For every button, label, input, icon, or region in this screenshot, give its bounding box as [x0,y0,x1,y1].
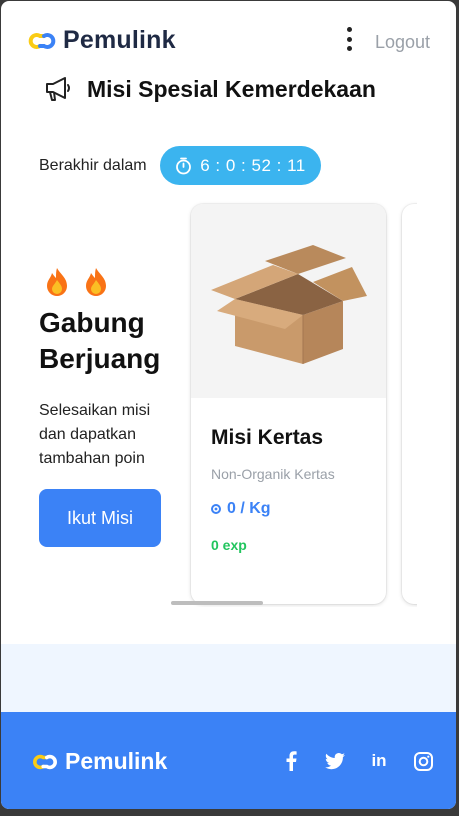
logout-button[interactable]: Logout [375,32,430,53]
stopwatch-icon [176,157,192,174]
card-points: 0 / Kg [211,500,271,518]
join-mission-button[interactable]: Ikut Misi [39,489,161,547]
flame-row [45,267,108,297]
carousel-scrollbar[interactable] [171,601,263,605]
linkedin-icon[interactable]: in [369,750,389,772]
chain-link-icon [33,754,57,769]
card-image [191,204,386,398]
footer-brand-name: Pemulink [65,748,168,774]
countdown-value: 6 : 0 : 52 : 11 [200,155,306,175]
coin-icon [211,504,221,514]
brand-name: Pemulink [63,26,176,54]
flame-icon [47,268,67,296]
content-band [1,644,456,712]
mission-card-carousel[interactable]: Misi Kertas Non-Organik Kertas 0 / Kg 0 … [171,197,417,607]
megaphone-icon [46,77,70,101]
flame-icon [86,268,106,296]
mission-card-next[interactable] [402,204,417,604]
twitter-icon[interactable] [325,750,345,772]
chain-link-icon [28,32,56,49]
ends-label: Berakhir dalam [39,157,147,174]
kebab-menu-icon[interactable] [344,27,354,55]
promo-title: Gabung Berjuang [39,307,161,374]
app-window: Pemulink Logout Misi Spesial Kemerdekaan… [1,1,456,809]
linkedin-label: in [371,751,387,770]
card-points-value: 0 / Kg [227,500,271,517]
card-exp: 0 exp [211,537,247,553]
mission-header: Misi Spesial Kemerdekaan [43,75,376,103]
facebook-icon[interactable] [281,750,301,772]
promo-description: Selesaikan misi dan dapatkan tambahan po… [39,402,151,467]
cardboard-box-icon [211,245,367,364]
footer: Pemulink in [1,712,456,809]
mission-card[interactable]: Misi Kertas Non-Organik Kertas 0 / Kg 0 … [191,204,386,604]
footer-brand-logo[interactable]: Pemulink [31,748,167,775]
card-category: Non-Organik Kertas [211,466,335,482]
brand-logo[interactable]: Pemulink [27,26,176,55]
card-title: Misi Kertas [211,426,324,449]
instagram-icon[interactable] [413,750,433,772]
social-links: in [281,750,433,772]
countdown-timer: 6 : 0 : 52 : 11 [160,146,321,185]
header: Pemulink Logout [1,1,456,79]
mission-title: Misi Spesial Kemerdekaan [87,75,376,102]
